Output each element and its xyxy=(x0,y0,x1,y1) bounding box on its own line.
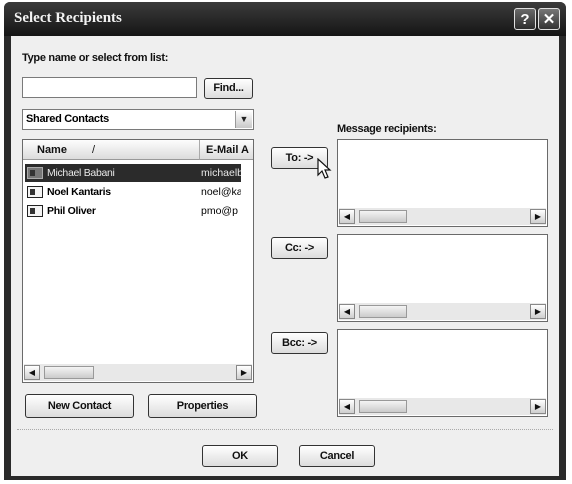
divider xyxy=(17,429,553,430)
bcc-recipients-box[interactable]: ◀ ▶ xyxy=(337,329,548,417)
scroll-thumb[interactable] xyxy=(359,210,407,223)
contacts-horizontal-scrollbar[interactable]: ◀ ▶ xyxy=(24,364,252,381)
title-bar[interactable]: Select Recipients ? ✕ xyxy=(4,2,566,36)
to-recipients-box[interactable]: ◀ ▶ xyxy=(337,139,548,227)
contact-row[interactable]: Noel Kantaris noel@ka xyxy=(25,183,241,201)
mouse-cursor-icon xyxy=(317,158,332,179)
contact-email: michaelb xyxy=(201,167,241,179)
scroll-thumb[interactable] xyxy=(359,400,407,413)
contact-row[interactable]: Phil Oliver pmo@p xyxy=(25,202,241,220)
contact-card-icon xyxy=(27,205,43,217)
scroll-left-icon[interactable]: ◀ xyxy=(339,304,355,319)
contact-card-icon xyxy=(27,186,43,198)
dialog-title: Select Recipients xyxy=(14,10,122,26)
scroll-thumb[interactable] xyxy=(359,305,407,318)
cc-button[interactable]: Cc: -> xyxy=(271,237,328,259)
contact-name: Michael Babani xyxy=(47,167,115,179)
search-input[interactable] xyxy=(22,77,197,98)
to-horizontal-scrollbar[interactable]: ◀ ▶ xyxy=(339,208,546,225)
contact-name: Noel Kantaris xyxy=(47,186,111,198)
sort-indicator-icon: / xyxy=(92,144,96,156)
contact-email: noel@ka xyxy=(201,186,241,198)
cc-recipients-box[interactable]: ◀ ▶ xyxy=(337,234,548,322)
scroll-left-icon[interactable]: ◀ xyxy=(339,209,355,224)
ok-button[interactable]: OK xyxy=(202,445,278,467)
column-name-label: Name xyxy=(37,144,67,156)
column-header-email[interactable]: E-Mail A xyxy=(199,140,253,160)
scroll-right-icon[interactable]: ▶ xyxy=(530,209,546,224)
new-contact-button[interactable]: New Contact xyxy=(25,394,134,418)
bcc-button[interactable]: Bcc: -> xyxy=(271,332,328,354)
scroll-left-icon[interactable]: ◀ xyxy=(24,365,40,380)
search-label: Type name or select from list: xyxy=(22,52,169,64)
address-book-select[interactable]: Shared Contacts ▼ xyxy=(22,109,254,130)
help-button[interactable]: ? xyxy=(514,8,536,30)
close-button[interactable]: ✕ xyxy=(538,8,560,30)
scroll-right-icon[interactable]: ▶ xyxy=(530,304,546,319)
contact-name: Phil Oliver xyxy=(47,205,96,217)
address-book-value: Shared Contacts xyxy=(26,113,109,125)
scroll-left-icon[interactable]: ◀ xyxy=(339,399,355,414)
dialog-window: Select Recipients ? ✕ Type name or selec… xyxy=(4,2,566,480)
contact-email: pmo@p xyxy=(201,205,238,217)
properties-button[interactable]: Properties xyxy=(148,394,257,418)
column-header-name[interactable]: Name / xyxy=(23,140,199,160)
recipients-label: Message recipients: xyxy=(337,123,437,135)
bcc-horizontal-scrollbar[interactable]: ◀ ▶ xyxy=(339,398,546,415)
contact-card-icon xyxy=(27,167,43,179)
contacts-list[interactable]: Name / E-Mail A Michael Babani michaelb … xyxy=(22,139,254,383)
dialog-body: Type name or select from list: Find... S… xyxy=(11,36,559,476)
scroll-right-icon[interactable]: ▶ xyxy=(530,399,546,414)
find-button[interactable]: Find... xyxy=(204,78,253,99)
cc-horizontal-scrollbar[interactable]: ◀ ▶ xyxy=(339,303,546,320)
scroll-thumb[interactable] xyxy=(44,366,94,379)
cancel-button[interactable]: Cancel xyxy=(299,445,375,467)
chevron-down-icon[interactable]: ▼ xyxy=(235,111,252,128)
contact-row[interactable]: Michael Babani michaelb xyxy=(25,164,241,182)
scroll-right-icon[interactable]: ▶ xyxy=(236,365,252,380)
